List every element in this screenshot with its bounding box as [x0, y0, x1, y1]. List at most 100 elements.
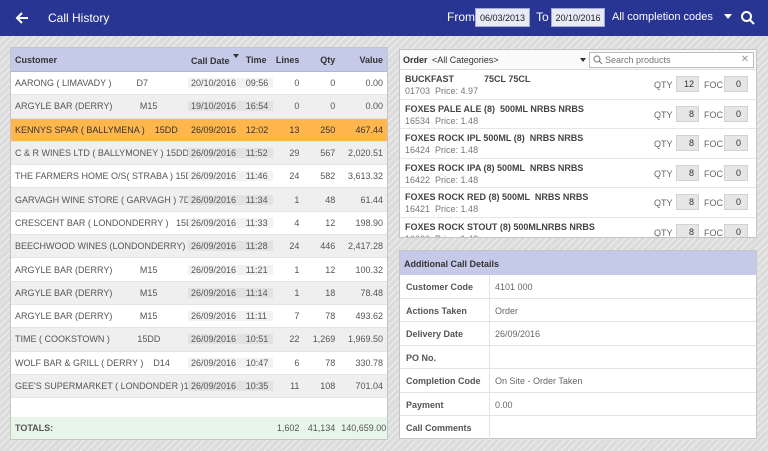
table-row[interactable]: KENNYS SPAR ( BALLYMENA ) 15DD 26/09/2016… [11, 118, 387, 142]
sort-desc-icon [232, 53, 239, 58]
table-row[interactable]: THE FARMERS HOME O/S( STRABA ) 15DD 26/09… [11, 165, 387, 189]
table-row[interactable]: AARONG ( LIMAVADY ) D7 20/10/2016 09:56 0 0 0… [11, 72, 387, 96]
cell-customer: TIME ( COOKSTOWN ) 15DD [15, 334, 161, 345]
cell-lines: 24 [289, 241, 300, 252]
product-row[interactable]: BUCKFAST 75CL 75CL 01703 Price: 4.97 QTY 12… [400, 70, 756, 100]
date-from-field[interactable]: 06/03/2013 [475, 8, 530, 27]
cell-call-date: 26/09/2016 [188, 217, 243, 228]
details-rows: Customer Code 4101 000 Actions Taken Order D… [400, 275, 756, 440]
product-row[interactable]: FOXES ROCK IPL 500ML (8) NRBS NRBS 16424 … [400, 129, 756, 159]
cell-time: 11:34 [242, 194, 273, 205]
back-arrow-icon[interactable] [12, 8, 32, 28]
cell-time: 10:35 [242, 381, 273, 391]
qty-field[interactable]: 8 [676, 164, 699, 181]
search-icon[interactable] [740, 10, 756, 26]
column-qty[interactable]: Qty [302, 55, 338, 65]
cell-lines: 7 [294, 311, 300, 322]
search-input[interactable] [605, 53, 735, 67]
column-value[interactable]: Value [338, 55, 387, 65]
detail-value [490, 416, 756, 439]
detail-label: Call Comments [400, 416, 490, 439]
product-row[interactable]: FOXES ROCK STOUT (8) 500MLNRBS NRBS 16600… [400, 218, 756, 238]
table-row[interactable]: WOLF BAR & GRILL ( DERRY ) D14 26/09/2016… [11, 352, 387, 375]
order-header: Order <All Categories> ✕ [400, 50, 756, 70]
qty-label: QTY [654, 109, 673, 120]
cell-lines: 1 [294, 194, 300, 205]
detail-value [490, 346, 756, 369]
product-name: FOXES ROCK IPL 500ML (8) NRBS NRBS [405, 133, 584, 143]
cell-qty: 18 [325, 287, 336, 298]
detail-row: Delivery Date 26/09/2016 [400, 322, 756, 346]
qty-field[interactable]: 8 [676, 223, 699, 237]
cell-call-date: 26/09/2016 [188, 241, 243, 252]
foc-field[interactable]: 0 [724, 194, 748, 210]
close-icon[interactable]: ✕ [741, 54, 749, 65]
cell-time: 11:21 [242, 264, 273, 275]
date-to-field[interactable]: 20/10/2016 [551, 8, 605, 27]
cell-customer: C & R WINES LTD ( BALLYMONEY ) 15DD [15, 148, 188, 159]
table-row[interactable]: ARGYLE BAR (DERRY) M15 26/09/2016 11:14 1 18… [11, 281, 387, 305]
cell-lines: 0 [294, 101, 300, 112]
column-call-date[interactable]: Call Date [188, 53, 243, 66]
column-time[interactable]: Time [243, 55, 273, 65]
product-row[interactable]: FOXES PALE ALE (8) 500ML NRBS NRBS 16534 … [400, 100, 756, 129]
qty-label: QTY [654, 227, 673, 238]
column-customer[interactable]: Customer [11, 55, 188, 65]
product-code: 16422 [405, 174, 431, 185]
cell-call-date: 26/09/2016 [188, 194, 243, 205]
table-row[interactable]: ARGYLE BAR (DERRY) M15 26/09/2016 11:21 1 12… [11, 258, 387, 282]
chevron-down-icon[interactable] [724, 14, 732, 19]
product-row[interactable]: FOXES ROCK IPA (8) 500ML NRBS NRBS 16422 … [400, 159, 756, 188]
cell-time: 09:56 [242, 78, 273, 89]
cell-qty: 0 [330, 78, 336, 89]
qty-label: QTY [654, 168, 673, 179]
from-label: From [447, 10, 475, 24]
category-select[interactable]: <All Categories> [432, 55, 499, 65]
foc-label: FOC [704, 80, 723, 90]
product-price: Price: 1.48 [435, 174, 479, 185]
search-icon [593, 55, 603, 65]
cell-value: 2,020.51 [347, 148, 384, 159]
table-row[interactable]: ARGYLE BAR (DERRY) M15 26/09/2016 11:11 7 78… [11, 305, 387, 329]
cell-value: 493.62 [355, 311, 384, 322]
chevron-down-icon[interactable] [580, 58, 586, 62]
detail-label: Customer Code [400, 275, 490, 298]
foc-field[interactable]: 0 [724, 164, 748, 181]
cell-time: 11:52 [242, 148, 273, 159]
foc-label: FOC [704, 168, 723, 179]
product-code-price: 16421 Price: 1.48 [405, 204, 478, 214]
table-row[interactable]: ARGYLE BAR (DERRY) M15 19/10/2016 16:54 0 0 0… [11, 95, 387, 119]
product-code-price: 16534 Price: 1.48 [405, 116, 478, 126]
cell-lines: 6 [294, 357, 300, 368]
qty-field[interactable]: 12 [676, 76, 699, 92]
table-row[interactable]: GARVAGH WINE STORE ( GARVAGH ) 7DD 26/09/… [11, 188, 387, 212]
column-lines[interactable]: Lines [273, 55, 303, 65]
detail-label: PO No. [400, 345, 490, 368]
detail-label: Payment [400, 392, 490, 415]
cell-customer: KENNYS SPAR ( BALLYMENA ) 15DD [15, 124, 178, 135]
cell-value: 467.44 [355, 124, 384, 135]
foc-field[interactable]: 0 [724, 135, 748, 151]
table-row[interactable]: CRESCENT BAR ( LONDONDERRY ) 15DD 26/09/2… [11, 212, 387, 236]
table-row[interactable]: BEECHWOOD WINES (LONDONDERRY) 15DD26/09/… [11, 235, 387, 259]
foc-field[interactable]: 0 [724, 105, 748, 122]
table-row[interactable]: C & R WINES LTD ( BALLYMONEY ) 15DD 26/09… [11, 141, 387, 166]
foc-field[interactable]: 0 [724, 76, 748, 92]
qty-field[interactable]: 8 [676, 194, 699, 210]
cell-qty: 12 [325, 264, 336, 275]
cell-time: 11:14 [242, 287, 273, 298]
product-code: 16421 [405, 204, 431, 214]
qty-field[interactable]: 8 [676, 135, 699, 151]
cell-value: 701.04 [355, 381, 384, 391]
product-name: BUCKFAST 75CL 75CL [405, 74, 531, 84]
detail-row: Completion Code On Site - Order Taken [400, 369, 756, 393]
table-row[interactable]: TIME ( COOKSTOWN ) 15DD 26/09/2016 10:51 22… [11, 328, 387, 352]
cell-time: 16:54 [242, 101, 273, 112]
product-row[interactable]: FOXES ROCK RED (8) 500ML NRBS NRBS 16421 … [400, 188, 756, 218]
cell-qty: 48 [325, 194, 336, 205]
foc-field[interactable]: 0 [724, 223, 748, 237]
table-row[interactable]: GEE'S SUPERMARKET ( LONDONDER )15DD 26/09… [11, 374, 387, 399]
completion-code-select[interactable]: All completion codes [612, 11, 713, 23]
qty-field[interactable]: 8 [676, 105, 699, 122]
cell-customer: CRESCENT BAR ( LONDONDERRY ) 15DD [15, 217, 188, 228]
